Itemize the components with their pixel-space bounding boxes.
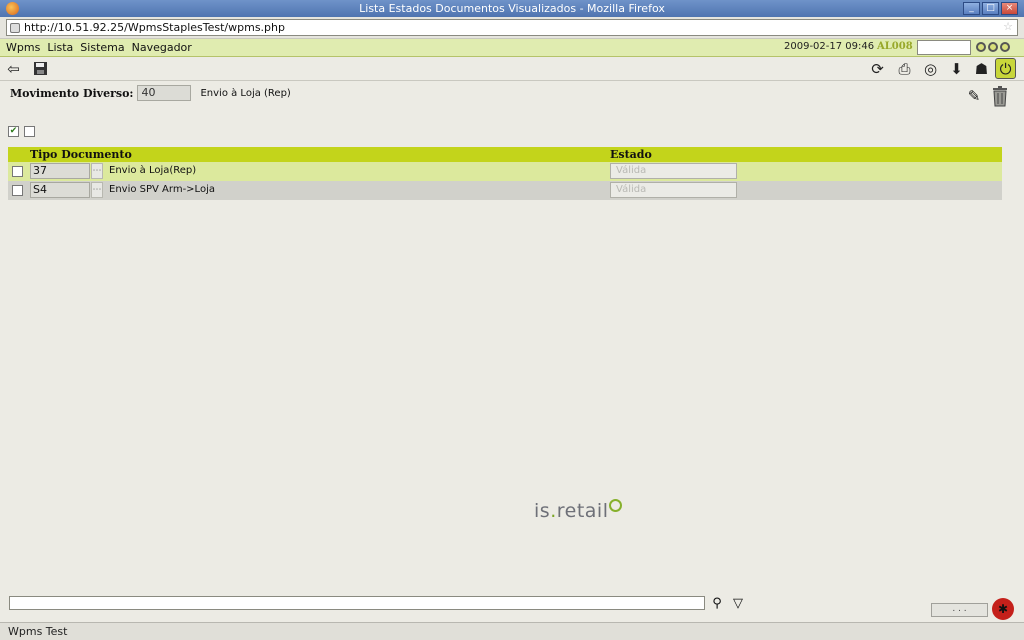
lookup-icon[interactable]: ⋯ [91,182,103,198]
export-icon[interactable]: ⬇ [946,58,967,79]
table-row[interactable]: S4 ⋯ Envio SPV Arm->Loja Válida [8,181,1002,200]
app-menubar: Wpms Lista Sistema Navegador 2009-02-17 … [0,39,1024,57]
command-actions: ⚲ ▽ [708,594,747,612]
state-field[interactable]: Válida [610,163,737,179]
browser-statusbar: Wpms Test [0,622,1024,640]
menu-items: Wpms Lista Sistema Navegador [6,41,192,54]
movement-description: Envio à Loja (Rep) [200,87,291,99]
filter-icon[interactable]: ▽ [729,594,747,612]
bookmark-star-icon[interactable]: ☆ [1003,20,1013,33]
binoculars-icon[interactable]: ⚲ [708,594,726,612]
document-description: Envio à Loja(Rep) [109,165,197,176]
lookup-icon[interactable]: ⋯ [91,163,103,179]
refresh-icon[interactable]: ⟳ [867,58,888,79]
address-bar: http://10.51.92.25/WpmsStaplesTest/wpms.… [0,17,1024,39]
station-code: AL008 [877,41,913,52]
window-title: Lista Estados Documentos Visualizados - … [359,2,665,15]
column-tipo-documento[interactable]: Tipo Documento [30,148,132,161]
window-controls: _ □ × [963,2,1018,15]
maximize-button[interactable]: □ [982,2,999,15]
print-icon[interactable]: ⎙ [894,58,915,79]
status-dot-icon[interactable] [976,42,986,52]
status-dots [976,42,1010,52]
grid-header: Tipo Documento Estado [8,147,1002,162]
more-button[interactable]: . . . [931,603,988,617]
back-arrow-icon[interactable]: ⇦ [3,58,24,79]
isretail-logo: is.retail [534,500,609,522]
url-text: http://10.51.92.25/WpmsStaplesTest/wpms.… [24,21,285,34]
quick-search-input[interactable] [917,40,971,55]
status-dot-icon[interactable] [988,42,998,52]
row-checkbox[interactable] [12,166,23,177]
state-field[interactable]: Válida [610,182,737,198]
logo-badge-icon [609,499,622,512]
document-code-field[interactable]: 37 [30,163,90,179]
row-checkbox[interactable] [12,185,23,196]
edit-note-icon[interactable]: ✎ [963,84,985,108]
status-text: Wpms Test [8,625,68,638]
movement-header: Movimento Diverso: 40 Envio à Loja (Rep) [10,85,291,101]
save-icon[interactable] [30,58,51,79]
document-description: Envio SPV Arm->Loja [109,184,215,195]
minimize-button[interactable]: _ [963,2,980,15]
document-code-field[interactable]: S4 [30,182,90,198]
menu-sistema[interactable]: Sistema [80,41,124,54]
trash-icon[interactable] [989,84,1011,108]
bug-report-icon[interactable]: ✱ [992,598,1014,620]
command-input[interactable] [9,596,705,610]
url-field[interactable]: http://10.51.92.25/WpmsStaplesTest/wpms.… [6,19,1018,36]
menu-wpms[interactable]: Wpms [6,41,40,54]
select-all-checkbox[interactable]: ✔ [8,126,19,137]
documents-grid: Tipo Documento Estado 37 ⋯ Envio à Loja(… [8,147,1002,200]
power-icon[interactable]: ⏻ [995,58,1016,79]
record-actions: ✎ [963,84,1011,108]
menu-navegador[interactable]: Navegador [132,41,192,54]
table-row[interactable]: 37 ⋯ Envio à Loja(Rep) Válida [8,162,1002,181]
site-identity-icon[interactable] [10,22,20,33]
session-datetime: 2009-02-17 09:46 [784,41,875,52]
select-none-checkbox[interactable] [24,126,35,137]
user-icon[interactable]: ☗ [971,58,992,79]
help-lifebuoy-icon[interactable]: ◎ [920,58,941,79]
status-dot-icon[interactable] [1000,42,1010,52]
movement-number-field[interactable]: 40 [137,85,192,101]
bulk-select: ✔ [8,126,35,137]
menu-lista[interactable]: Lista [47,41,73,54]
firefox-icon [6,2,19,15]
close-button[interactable]: × [1001,2,1018,15]
window-titlebar: Lista Estados Documentos Visualizados - … [0,0,1024,17]
main-toolbar: ⇦ ⟳ ⎙ ◎ ⬇ ☗ ⏻ [0,57,1024,81]
movement-label: Movimento Diverso: [10,86,134,100]
column-estado[interactable]: Estado [610,148,652,161]
